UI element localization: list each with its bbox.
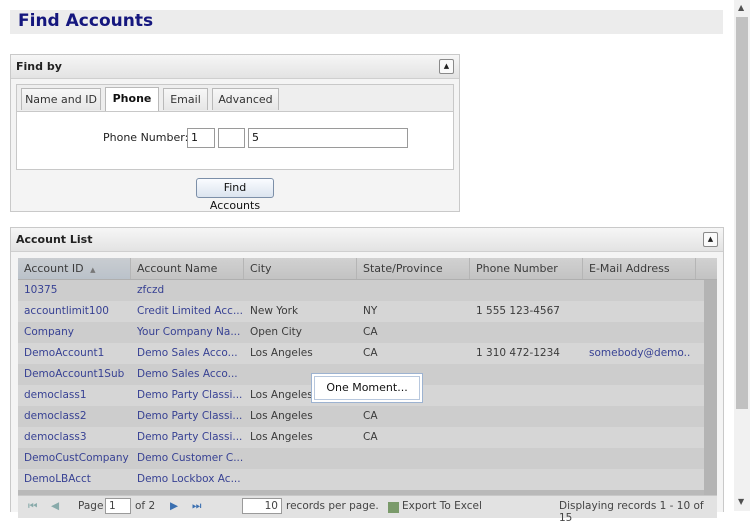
account-list-header: Account List ▲: [11, 228, 723, 252]
find-by-header: Find by ▲: [11, 55, 459, 79]
grid-pager: ⏮ ◀ Page 1 of 2 ▶ ⏭ 10 records per page.…: [18, 495, 717, 524]
scroll-up-icon[interactable]: ▲: [738, 3, 744, 12]
export-excel-link[interactable]: Export To Excel: [402, 500, 482, 512]
page-input[interactable]: 1: [105, 498, 131, 514]
phone-country-input[interactable]: 1: [187, 128, 215, 148]
per-page-label: records per page.: [286, 500, 379, 512]
find-accounts-button[interactable]: Find Accounts: [196, 178, 274, 212]
phone-area-input[interactable]: [218, 128, 245, 148]
last-page-icon[interactable]: ⏭: [192, 500, 201, 513]
page-count: of 2: [135, 500, 156, 512]
first-page-icon[interactable]: ⏮: [28, 500, 37, 513]
page-scrollbar[interactable]: ▲ ▼: [734, 0, 750, 511]
loading-text: One Moment...: [314, 376, 420, 400]
tab-phone[interactable]: Phone: [105, 87, 159, 111]
loading-dialog: One Moment...: [311, 373, 423, 403]
account-list-panel: Account List ▲ Account ID ▲ Account Name…: [10, 227, 724, 524]
export-excel-icon[interactable]: [388, 502, 399, 513]
tab-advanced[interactable]: Advanced: [212, 88, 279, 110]
next-page-icon[interactable]: ▶: [170, 500, 178, 512]
per-page-input[interactable]: 10: [242, 498, 282, 514]
scroll-thumb[interactable]: [736, 17, 748, 409]
collapse-find-by-button[interactable]: ▲: [439, 59, 454, 74]
find-by-title: Find by: [16, 60, 62, 73]
prev-page-icon[interactable]: ◀: [51, 500, 59, 512]
display-count: Displaying records 1 - 10 of 15: [559, 500, 704, 524]
tab-strip: Name and ID Phone Email Advanced: [17, 85, 453, 112]
tab-email[interactable]: Email: [163, 88, 208, 110]
page-title: Find Accounts: [18, 11, 154, 31]
scroll-down-icon[interactable]: ▼: [738, 497, 744, 506]
page-title-bar: Find Accounts: [10, 10, 723, 34]
account-list-title: Account List: [16, 233, 93, 246]
collapse-account-list-button[interactable]: ▲: [703, 232, 718, 247]
tab-name-and-id[interactable]: Name and ID: [21, 88, 101, 110]
phone-number-input[interactable]: 5: [248, 128, 408, 148]
page-label: Page: [78, 500, 104, 512]
find-by-tabs: Name and ID Phone Email Advanced Phone N…: [16, 84, 454, 170]
phone-number-label: Phone Number:: [103, 131, 189, 144]
find-by-panel: Find by ▲ Name and ID Phone Email Advanc…: [10, 54, 460, 212]
